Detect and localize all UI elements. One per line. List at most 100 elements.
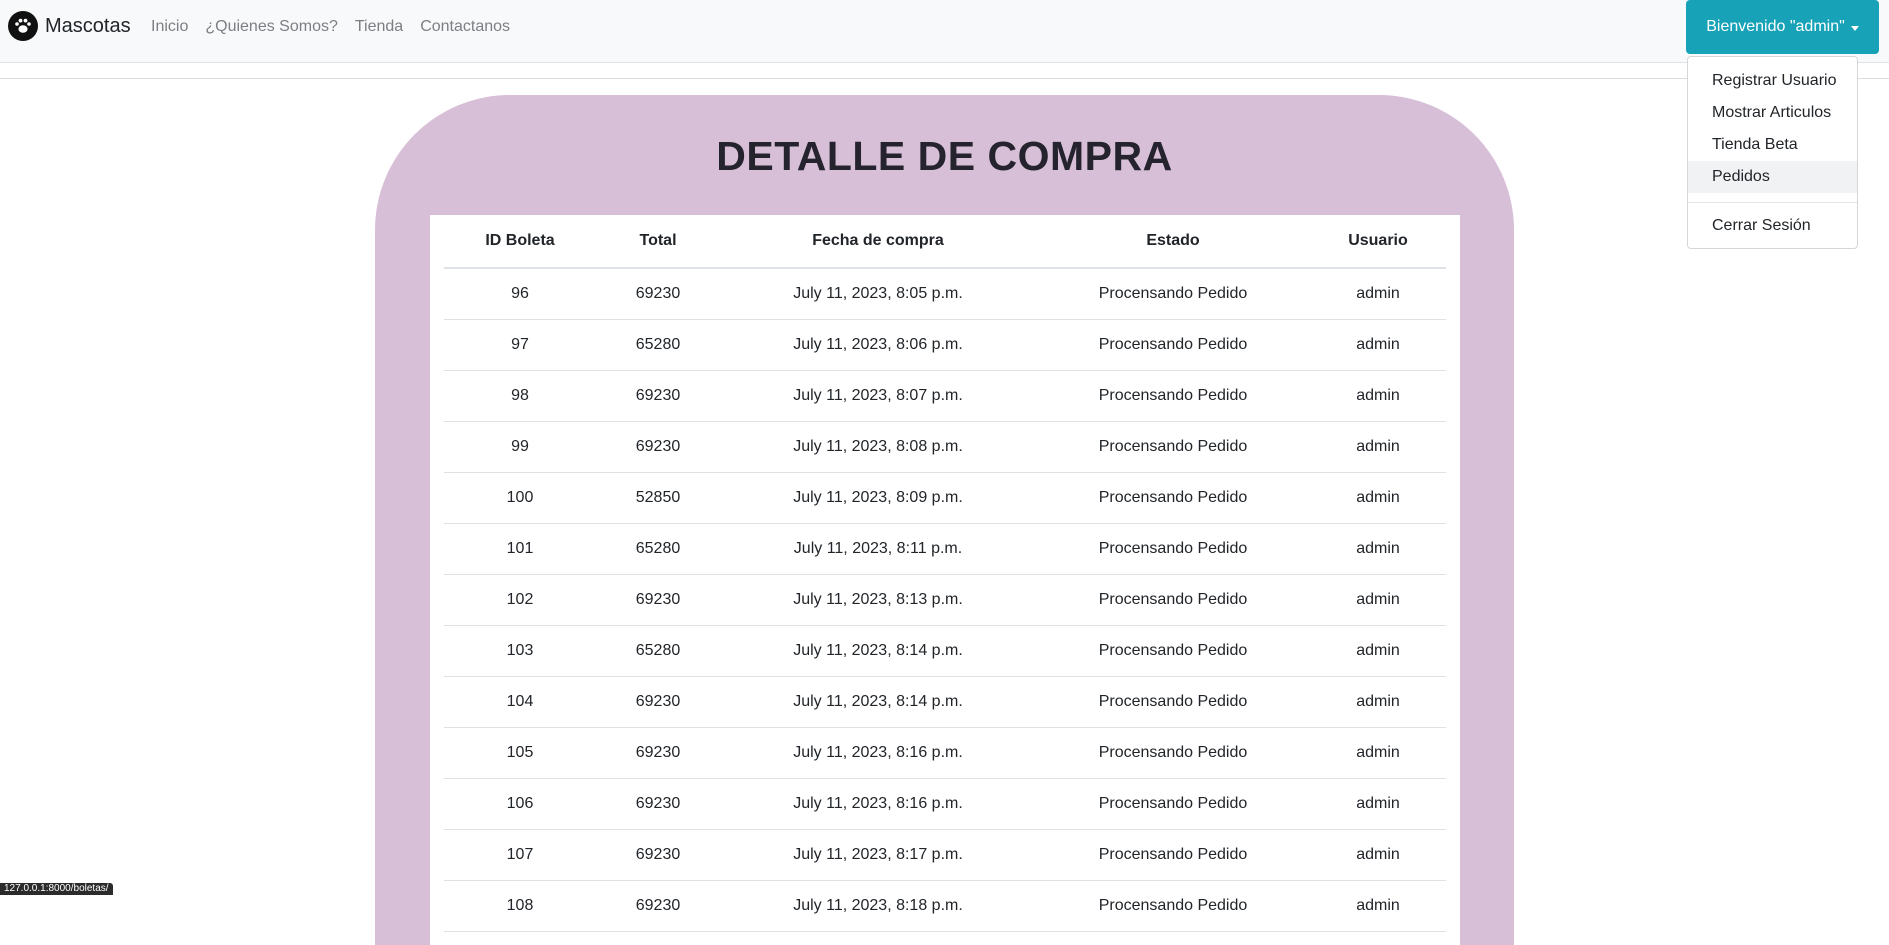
menu-item-pedidos[interactable]: Pedidos	[1688, 161, 1857, 193]
cell-estado: Procensando Pedido	[1036, 268, 1310, 320]
cell-usuario: admin	[1310, 727, 1446, 779]
menu-item-tienda-beta[interactable]: Tienda Beta	[1688, 129, 1857, 161]
cell-id: 106	[444, 778, 596, 830]
cell-estado: Procensando Pedido	[1036, 880, 1310, 932]
brand-name: Mascotas	[45, 14, 131, 37]
cell-estado: Procensando Pedido	[1036, 523, 1310, 575]
brand-link[interactable]: Mascotas	[8, 11, 131, 41]
cell-total: 69230	[596, 268, 720, 320]
column-header-fecha: Fecha de compra	[720, 215, 1036, 269]
cell-fecha: July 11, 2023, 8:09 p.m.	[720, 472, 1036, 524]
cell-usuario: admin	[1310, 319, 1446, 371]
cell-id: 97	[444, 319, 596, 371]
status-bar-url: 127.0.0.1:8000/boletas/	[0, 883, 113, 895]
table-header-row: ID Boleta Total Fecha de compra Estado U…	[444, 215, 1446, 269]
cell-id: 99	[444, 421, 596, 473]
cell-id: 104	[444, 676, 596, 728]
cell-id: 96	[444, 268, 596, 320]
nav-link-quienes-somos[interactable]: ¿Quienes Somos?	[205, 18, 338, 36]
table-row: 100 52850 July 11, 2023, 8:09 p.m. Procensa…	[444, 472, 1446, 524]
column-header-total: Total	[596, 215, 720, 269]
cell-usuario: admin	[1310, 625, 1446, 677]
cell-estado: Procensando Pedido	[1036, 319, 1310, 371]
table-row: 104 69230 July 11, 2023, 8:14 p.m. Procensa…	[444, 676, 1446, 728]
column-header-usuario: Usuario	[1310, 215, 1446, 269]
user-menu-button[interactable]: Bienvenido "admin"	[1686, 0, 1879, 54]
nav-link-inicio[interactable]: Inicio	[151, 18, 188, 36]
cell-usuario: admin	[1310, 268, 1446, 320]
cell-fecha: July 11, 2023, 8:11 p.m.	[720, 523, 1036, 575]
cell-fecha: July 11, 2023, 8:06 p.m.	[720, 319, 1036, 371]
divider	[0, 78, 1889, 79]
cell-estado: Procensando Pedido	[1036, 574, 1310, 626]
cell-total: 52850	[596, 472, 720, 524]
table-row: 106 69230 July 11, 2023, 8:16 p.m. Procensa…	[444, 778, 1446, 830]
top-navbar: Mascotas Inicio ¿Quienes Somos? Tienda C…	[0, 0, 1889, 63]
menu-item-mostrar-articulos[interactable]: Mostrar Articulos	[1688, 97, 1857, 129]
menu-item-registrar-usuario[interactable]: Registrar Usuario	[1688, 65, 1857, 97]
cell-fecha: July 11, 2023, 8:13 p.m.	[720, 574, 1036, 626]
cell-total: 69230	[596, 421, 720, 473]
orders-table: ID Boleta Total Fecha de compra Estado U…	[444, 215, 1446, 932]
cell-id: 100	[444, 472, 596, 524]
caret-down-icon	[1850, 25, 1859, 31]
cell-estado: Procensando Pedido	[1036, 829, 1310, 881]
cell-id: 101	[444, 523, 596, 575]
cell-fecha: July 11, 2023, 8:14 p.m.	[720, 625, 1036, 677]
cell-usuario: admin	[1310, 574, 1446, 626]
cell-fecha: July 11, 2023, 8:07 p.m.	[720, 370, 1036, 422]
cell-fecha: July 11, 2023, 8:16 p.m.	[720, 778, 1036, 830]
purchase-detail-card: DETALLE DE COMPRA ID Boleta Total Fecha …	[375, 95, 1514, 945]
cell-id: 102	[444, 574, 596, 626]
menu-divider	[1688, 202, 1857, 203]
cell-fecha: July 11, 2023, 8:08 p.m.	[720, 421, 1036, 473]
cell-estado: Procensando Pedido	[1036, 676, 1310, 728]
table-row: 108 69230 July 11, 2023, 8:18 p.m. Procensa…	[444, 880, 1446, 932]
table-row: 103 65280 July 11, 2023, 8:14 p.m. Procensa…	[444, 625, 1446, 677]
cell-fecha: July 11, 2023, 8:14 p.m.	[720, 676, 1036, 728]
column-header-estado: Estado	[1036, 215, 1310, 269]
cell-id: 98	[444, 370, 596, 422]
cell-total: 69230	[596, 574, 720, 626]
menu-item-cerrar-sesion[interactable]: Cerrar Sesión	[1688, 210, 1857, 242]
cell-total: 65280	[596, 523, 720, 575]
cell-estado: Procensando Pedido	[1036, 727, 1310, 779]
table-body: 96 69230 July 11, 2023, 8:05 p.m. Procensan…	[444, 268, 1446, 932]
cell-total: 69230	[596, 727, 720, 779]
cell-total: 69230	[596, 676, 720, 728]
cell-estado: Procensando Pedido	[1036, 472, 1310, 524]
cell-id: 103	[444, 625, 596, 677]
cell-total: 69230	[596, 778, 720, 830]
table-row: 96 69230 July 11, 2023, 8:05 p.m. Procensan…	[444, 268, 1446, 320]
nav-links: Inicio ¿Quienes Somos? Tienda Contactano…	[151, 18, 527, 36]
paw-icon	[8, 11, 38, 41]
cell-usuario: admin	[1310, 880, 1446, 932]
cell-total: 69230	[596, 829, 720, 881]
cell-fecha: July 11, 2023, 8:16 p.m.	[720, 727, 1036, 779]
table-row: 97 65280 July 11, 2023, 8:06 p.m. Procensan…	[444, 319, 1446, 371]
cell-usuario: admin	[1310, 778, 1446, 830]
user-dropdown-menu: Registrar Usuario Mostrar Articulos Tien…	[1687, 56, 1858, 249]
cell-usuario: admin	[1310, 421, 1446, 473]
cell-usuario: admin	[1310, 676, 1446, 728]
table-row: 98 69230 July 11, 2023, 8:07 p.m. Procensan…	[444, 370, 1446, 422]
table-container: ID Boleta Total Fecha de compra Estado U…	[430, 215, 1460, 945]
table-row: 105 69230 July 11, 2023, 8:16 p.m. Procensa…	[444, 727, 1446, 779]
cell-fecha: July 11, 2023, 8:17 p.m.	[720, 829, 1036, 881]
cell-fecha: July 11, 2023, 8:05 p.m.	[720, 268, 1036, 320]
nav-link-tienda[interactable]: Tienda	[355, 18, 403, 36]
cell-usuario: admin	[1310, 523, 1446, 575]
cell-estado: Procensando Pedido	[1036, 370, 1310, 422]
user-menu-label: Bienvenido "admin"	[1706, 18, 1845, 35]
column-header-id-boleta: ID Boleta	[444, 215, 596, 269]
cell-id: 108	[444, 880, 596, 932]
cell-id: 107	[444, 829, 596, 881]
cell-id: 105	[444, 727, 596, 779]
cell-usuario: admin	[1310, 829, 1446, 881]
table-row: 107 69230 July 11, 2023, 8:17 p.m. Procensa…	[444, 829, 1446, 881]
cell-estado: Procensando Pedido	[1036, 778, 1310, 830]
cell-usuario: admin	[1310, 370, 1446, 422]
nav-link-contactanos[interactable]: Contactanos	[420, 18, 510, 36]
cell-total: 65280	[596, 625, 720, 677]
cell-usuario: admin	[1310, 472, 1446, 524]
